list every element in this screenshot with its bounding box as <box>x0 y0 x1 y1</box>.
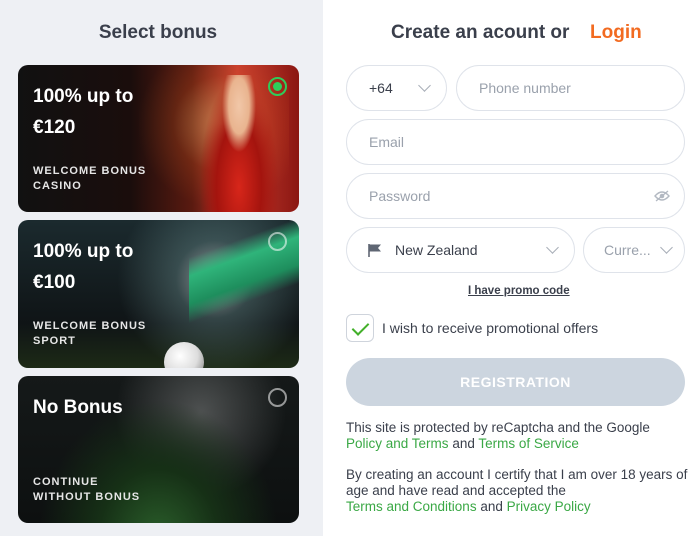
bonus-amount: No Bonus <box>33 392 123 423</box>
password-placeholder: Password <box>369 188 431 204</box>
bonus-subtitle: WELCOME BONUS SPORT <box>33 319 146 349</box>
privacy-policy-link[interactable]: Privacy Policy <box>507 499 591 514</box>
login-link[interactable]: Login <box>590 22 642 44</box>
bonus-amount-line2: €100 <box>33 272 76 293</box>
bonus-panel-title: Select bonus <box>98 22 218 43</box>
bonus-subtitle-line1: WELCOME BONUS <box>33 165 147 177</box>
bonus-amount-line1: 100% up to <box>33 86 134 107</box>
terms-of-service-link[interactable]: Terms of Service <box>478 436 579 451</box>
bonus-subtitle: CONTINUE WITHOUT BONUS <box>33 475 140 505</box>
phone-code-value: +64 <box>369 80 393 96</box>
bonus-radio[interactable] <box>268 388 287 407</box>
currency-select[interactable]: Curre... <box>583 227 685 273</box>
promo-code-link[interactable]: I have promo code <box>468 285 570 297</box>
chevron-down-icon <box>546 241 559 254</box>
bonus-amount-line1: 100% up to <box>33 241 134 262</box>
bonus-amount-line2: €120 <box>33 117 76 138</box>
recaptcha-notice: This site is protected by reCaptcha and … <box>346 420 691 452</box>
bonus-subtitle-line2: SPORT <box>33 335 76 347</box>
bonus-card-sport[interactable]: 100% up to €100 WELCOME BONUS SPORT <box>18 220 299 368</box>
and-text: and <box>452 436 475 451</box>
bonus-subtitle-line1: WELCOME BONUS <box>33 320 147 332</box>
age-certification-notice: By creating an account I certify that I … <box>346 467 691 515</box>
bonus-card-casino[interactable]: 100% up to €120 WELCOME BONUS CASINO <box>18 65 299 212</box>
bonus-panel: Select bonus 100% up to €120 WELCOME BON… <box>0 0 323 536</box>
phone-placeholder: Phone number <box>479 80 571 96</box>
and-text: and <box>480 499 503 514</box>
bonus-radio[interactable] <box>268 232 287 251</box>
bonus-radio-selected[interactable] <box>268 77 287 96</box>
country-value: New Zealand <box>395 242 478 258</box>
certify-text: By creating an account I certify that I … <box>346 467 688 498</box>
bonus-subtitle-line2: CASINO <box>33 180 82 192</box>
chevron-down-icon <box>418 79 431 92</box>
phone-input[interactable]: Phone number <box>456 65 685 111</box>
bonus-amount: 100% up to €120 <box>33 81 133 143</box>
policy-terms-link[interactable]: Policy and Terms <box>346 436 449 451</box>
email-input[interactable]: Email <box>346 119 685 165</box>
bonus-amount: 100% up to €100 <box>33 236 133 298</box>
currency-placeholder: Curre... <box>604 242 651 258</box>
bonus-subtitle-line2: WITHOUT BONUS <box>33 491 141 503</box>
chevron-down-icon <box>660 241 673 254</box>
password-input[interactable]: Password <box>346 173 685 219</box>
bonus-subtitle: WELCOME BONUS CASINO <box>33 164 146 194</box>
terms-conditions-link[interactable]: Terms and Conditions <box>346 499 477 514</box>
recaptcha-text: This site is protected by reCaptcha and … <box>346 420 650 435</box>
email-placeholder: Email <box>369 134 405 150</box>
bonus-subtitle-line1: CONTINUE <box>33 476 99 488</box>
registration-form: Create an acount or Login +64 Phone numb… <box>323 0 700 536</box>
country-select[interactable]: New Zealand <box>346 227 575 273</box>
eye-icon[interactable] <box>654 190 670 202</box>
form-heading: Create an acount or <box>391 22 570 43</box>
bonus-amount-line1: No Bonus <box>33 397 123 418</box>
promo-offers-checkbox[interactable] <box>346 314 374 342</box>
flag-icon <box>368 244 381 257</box>
promo-offers-label: I wish to receive promotional offers <box>382 320 599 336</box>
bonus-card-none[interactable]: No Bonus CONTINUE WITHOUT BONUS <box>18 376 299 523</box>
phone-code-select[interactable]: +64 <box>346 65 447 111</box>
registration-button[interactable]: REGISTRATION <box>346 358 685 406</box>
casino-figure-image <box>199 75 279 212</box>
